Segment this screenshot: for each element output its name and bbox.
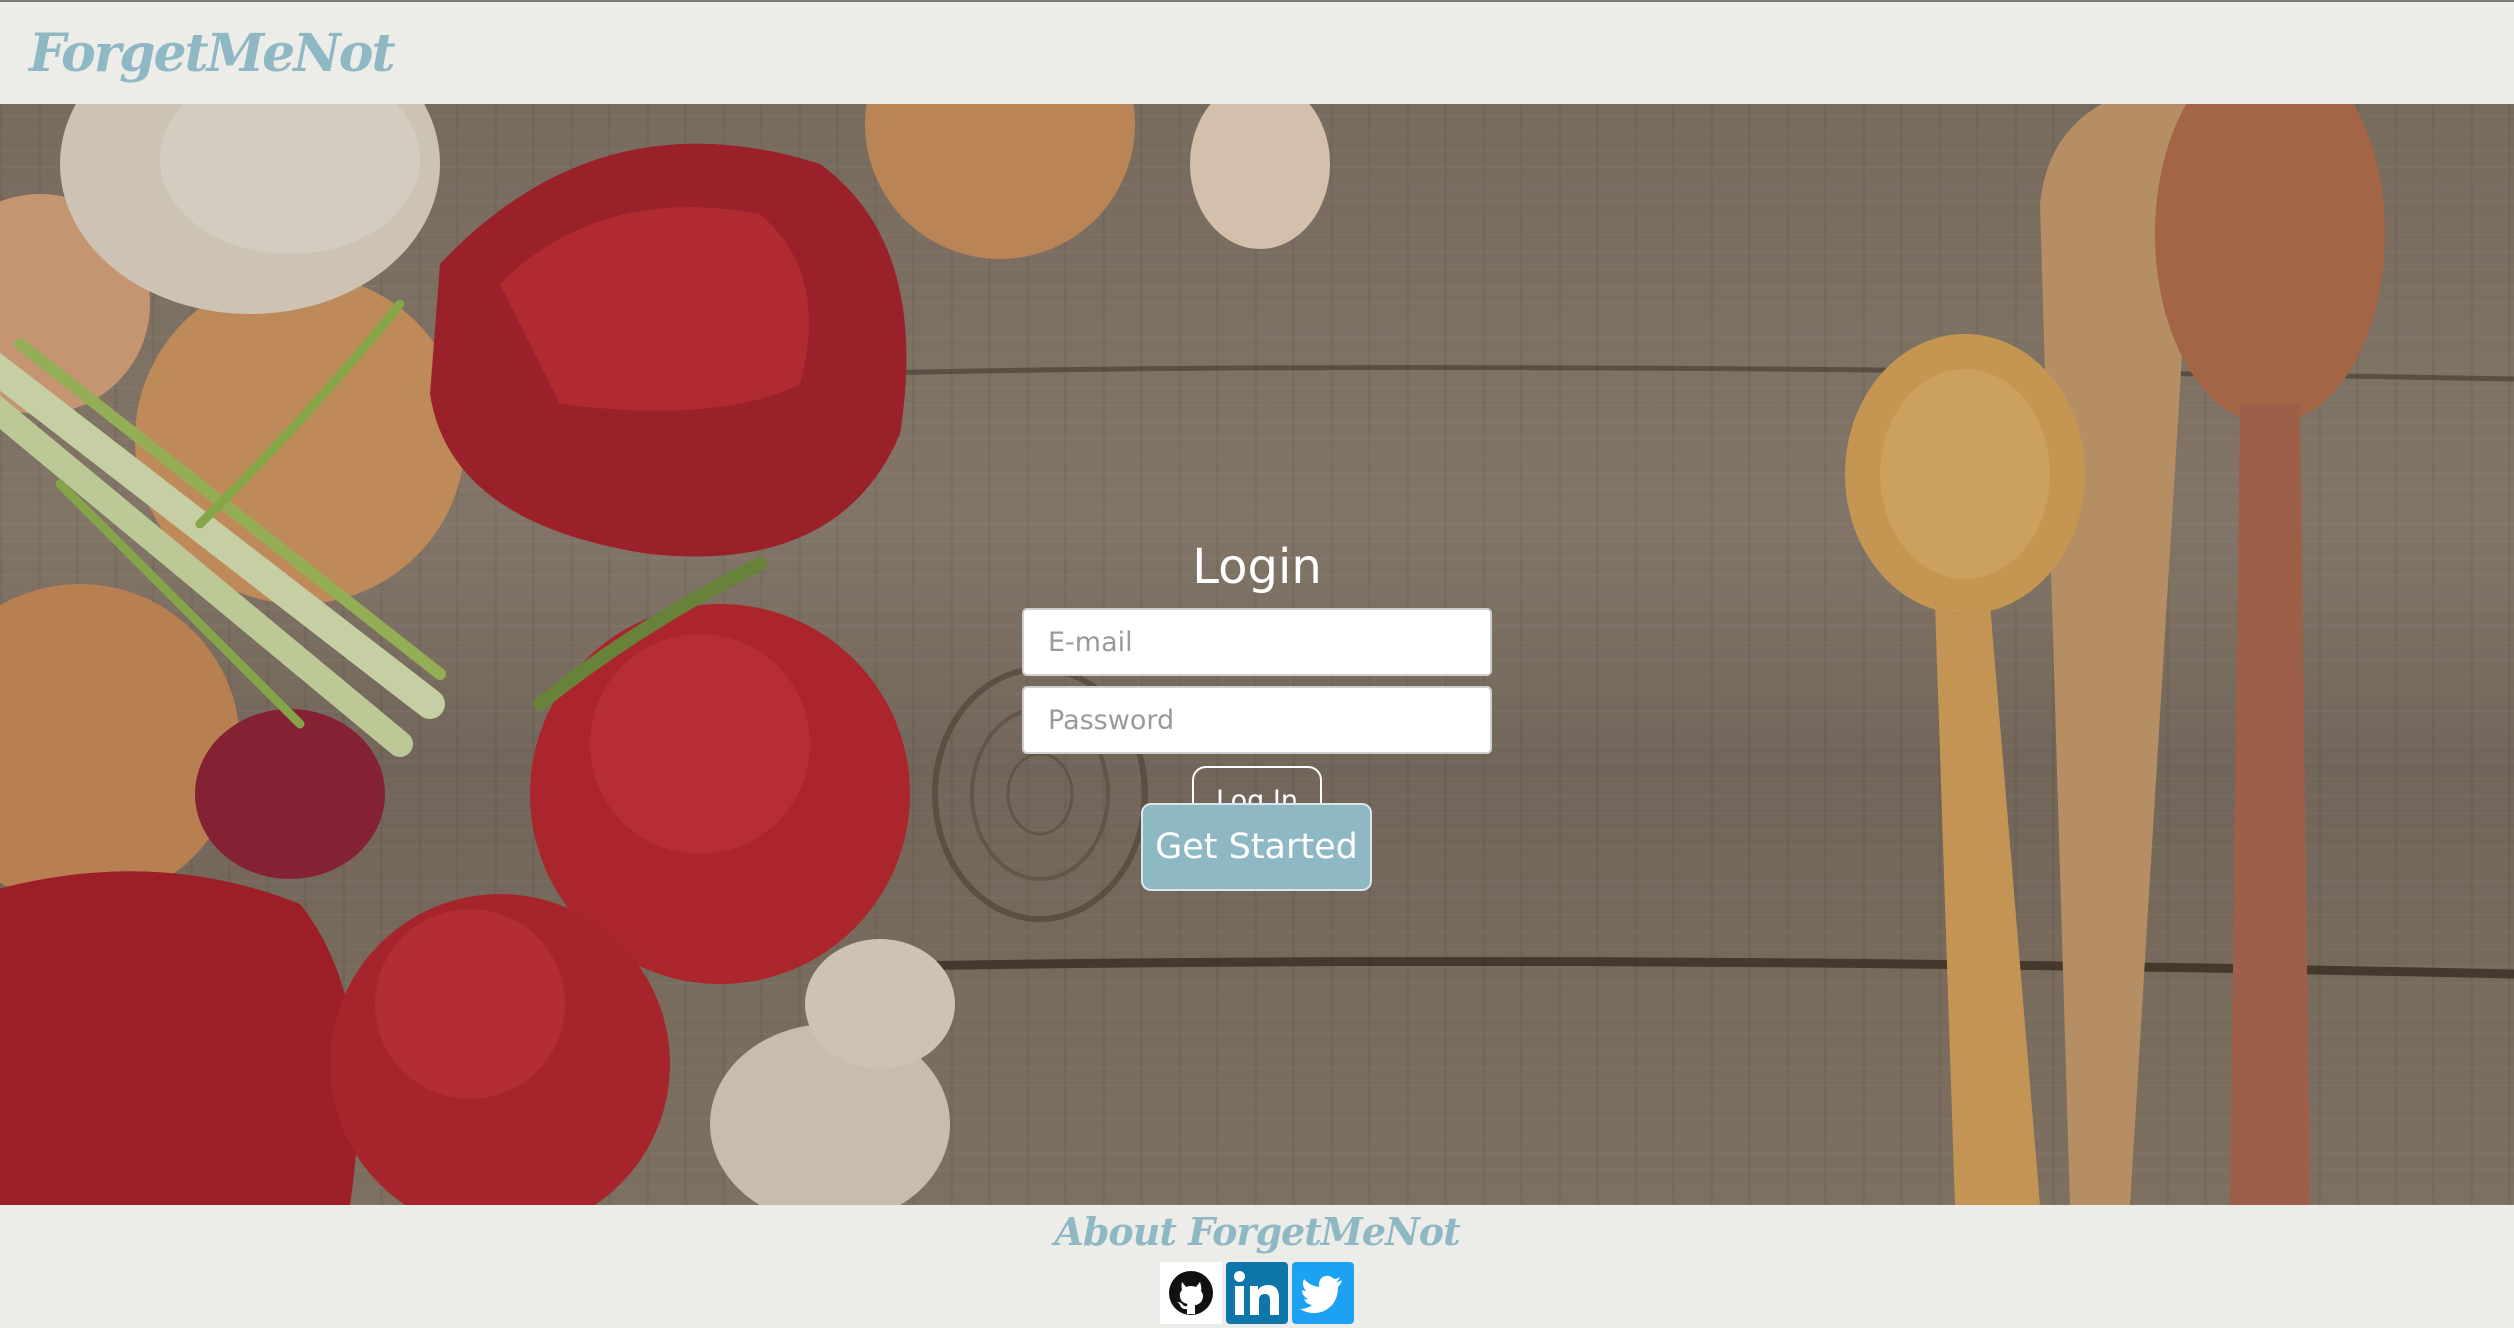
- page: ForgetMeNot Login E-mail Log In Get Star…: [0, 0, 2514, 1328]
- about-link[interactable]: About ForgetMeNot: [0, 1207, 2514, 1257]
- social-links: [1160, 1262, 1354, 1324]
- site-header: ForgetMeNot: [0, 0, 2514, 104]
- email-field[interactable]: [1022, 608, 1492, 676]
- twitter-icon[interactable]: [1292, 1262, 1354, 1324]
- get-started-button[interactable]: Get Started: [1141, 803, 1372, 891]
- password-field[interactable]: [1022, 686, 1492, 754]
- site-footer: About ForgetMeNot: [0, 1205, 2514, 1328]
- login-title: Login: [1192, 539, 1322, 595]
- linkedin-icon[interactable]: [1226, 1262, 1288, 1324]
- hero-section: Login Log In Get Started: [0, 104, 2514, 1205]
- brand-logo-link[interactable]: ForgetMeNot: [29, 22, 395, 86]
- github-icon[interactable]: [1160, 1262, 1222, 1324]
- login-form: Login Log In: [1022, 534, 1492, 834]
